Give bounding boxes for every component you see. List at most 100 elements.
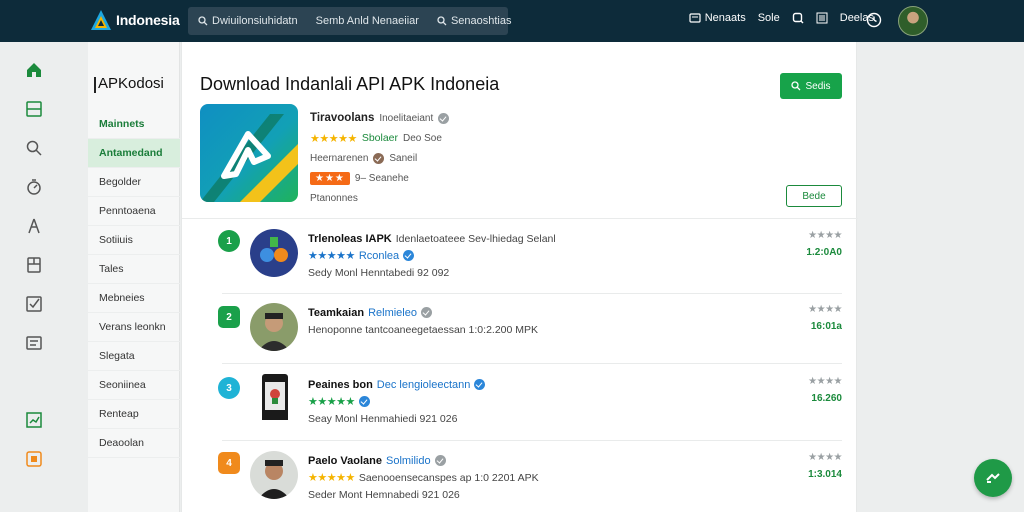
list-item-right: ★★★★ 16:01a [800, 304, 842, 332]
app-thumb [250, 229, 298, 277]
rank-badge: 1 [218, 230, 240, 252]
sidebar-item[interactable]: Slegata [88, 342, 180, 371]
sidebar-item[interactable]: Deaoolan [88, 429, 180, 458]
sidebar-item[interactable]: Mebneies [88, 284, 180, 313]
rank-badge: 2 [218, 306, 240, 328]
developer-avatar-icon [373, 152, 385, 164]
sidebar-item[interactable]: Begolder [88, 168, 180, 197]
rail-timer[interactable] [24, 177, 44, 197]
list-icon [816, 12, 828, 24]
rail-checkbox[interactable] [24, 294, 44, 314]
run-icon [28, 218, 40, 234]
filter-icon [437, 16, 447, 26]
developer-label: Heernarenen [310, 152, 369, 164]
list-item-text: Teamkaian Relmieleo Henoponne tantcoaneeg… [308, 306, 539, 336]
apps-icon [689, 13, 701, 23]
sidebar-item[interactable]: Renteap [88, 400, 180, 429]
brand-name: Indonesia [116, 12, 180, 28]
sidebar-title: APKodosi [94, 75, 164, 93]
brand-logo[interactable]: Indonesia [90, 9, 180, 31]
topnav-item-2[interactable]: Sole [758, 12, 780, 24]
rating-stars-icon: ★★★★ [808, 230, 842, 241]
search-segment-3[interactable]: Senaoshtias [437, 15, 512, 27]
orange-stars-badge: ★★★ [310, 171, 350, 185]
hero-note: Ptanonnes [310, 192, 358, 204]
rating-stars-icon: ★★★★★ [308, 250, 355, 262]
rail-run[interactable] [24, 216, 44, 236]
section-divider [182, 218, 858, 219]
sidebar-item[interactable]: Penntoaena [88, 197, 180, 226]
orange-tag-icon [26, 451, 42, 467]
sidebar-list: Mainnets Antamedand Begolder Penntoaena … [88, 110, 180, 458]
sidebar-item-active[interactable]: Antamedand [88, 139, 180, 168]
rail-gallery[interactable] [24, 333, 44, 353]
list-item[interactable]: 4 Paelo Vaolane Solmilido ★★★★★ Saenooense… [182, 448, 858, 512]
app-logo-icon [200, 104, 298, 202]
sidebar-item[interactable]: Seoniinea [88, 371, 180, 400]
search-segment-1[interactable]: Dwiuilonsiuhidatn [198, 15, 298, 27]
search-icon [792, 12, 804, 24]
list-item-right: ★★★★ 1:3.014 [800, 452, 842, 480]
rating-stars-icon: ★★★★ [808, 304, 842, 315]
list-item[interactable]: 3 Peaines bon Dec lengioleectann ★★★★★ Se… [182, 372, 858, 446]
swap-icon [986, 473, 1000, 483]
verified-icon [358, 396, 370, 407]
gallery-icon [26, 336, 42, 350]
rating-extra: Deo Soe [403, 132, 442, 144]
list-divider [222, 363, 842, 364]
home-icon [27, 63, 41, 77]
app-thumb [250, 451, 298, 499]
user-avatar[interactable] [898, 6, 928, 36]
app-thumb [250, 372, 298, 420]
timer-icon [27, 179, 41, 195]
list-divider [222, 440, 842, 441]
topnav-search[interactable] [792, 12, 804, 24]
sidebar-item[interactable]: Sotiiuis [88, 226, 180, 255]
category-sidebar: APKodosi Mainnets Antamedand Begolder Pe… [88, 42, 180, 512]
rail-search[interactable] [24, 138, 44, 158]
phone-icon [262, 374, 288, 420]
verified-icon [474, 379, 486, 390]
rating-stars-icon: ★★★★ [808, 452, 842, 463]
rail-tablet[interactable] [24, 99, 44, 119]
rail-store[interactable] [24, 255, 44, 275]
sidebar-item[interactable]: Verans leonkn [88, 313, 180, 342]
search-button[interactable]: Sedis [780, 73, 842, 99]
person-avatar-icon [250, 451, 298, 499]
list-item-text: Trlenoleas IAPK Idenlaetoateee Sev-lhieda… [308, 232, 556, 279]
global-search-bar[interactable]: Dwiuilonsiuhidatn Semb Anld Nenaeiiar Se… [188, 7, 512, 35]
developer-name[interactable]: Saneil [389, 153, 417, 164]
rank-badge: 3 [218, 377, 240, 399]
list-item-right: ★★★★ 16.260 [800, 376, 842, 404]
list-item-value: 1.2:0A0 [806, 247, 842, 258]
brand-mark-icon [91, 10, 111, 30]
rail-home[interactable] [24, 60, 44, 80]
person-avatar-icon [250, 303, 298, 351]
list-item-text: Peaines bon Dec lengioleectann ★★★★★ Seay… [308, 376, 486, 427]
search-segment-2[interactable]: Semb Anld Nenaeiiar [316, 15, 419, 27]
rail-chart[interactable] [24, 410, 44, 430]
verified-icon [434, 455, 446, 466]
app-thumb-icon [250, 229, 298, 277]
floating-action-button[interactable] [974, 459, 1012, 497]
badge-text: 9– Seanehe [354, 172, 409, 184]
topnav-item-1[interactable]: Nenaats [689, 12, 746, 24]
rail-tag[interactable] [24, 449, 44, 469]
chart-icon [26, 412, 42, 428]
page-title: Download Indanlali API APK Indoneia [200, 74, 500, 94]
bookmark-button[interactable]: Bede [786, 185, 842, 207]
top-bar: Indonesia Dwiuilonsiuhidatn Semb Anld Ne… [0, 0, 1024, 42]
search-icon [198, 16, 208, 26]
sidebar-item[interactable]: Mainnets [88, 110, 180, 139]
rating-stars-icon: ★★★★★ [308, 396, 355, 408]
rating-stars-icon: ★★★★★ [310, 132, 357, 145]
sidebar-item[interactable]: Tales [88, 255, 180, 284]
icon-rail [14, 60, 54, 488]
clock-icon[interactable] [866, 12, 882, 28]
app-hero-icon[interactable] [200, 104, 298, 202]
verified-icon [438, 112, 450, 124]
main-content: Download Indanlali API APK Indoneia Sedi… [181, 42, 858, 512]
topnav-list[interactable] [816, 12, 828, 24]
app-name-sub: Inoelitaeiant [379, 112, 434, 124]
list-item[interactable]: 1 Trlenoleas IAPK Idenlaetoateee Sev-lhie… [182, 226, 858, 300]
